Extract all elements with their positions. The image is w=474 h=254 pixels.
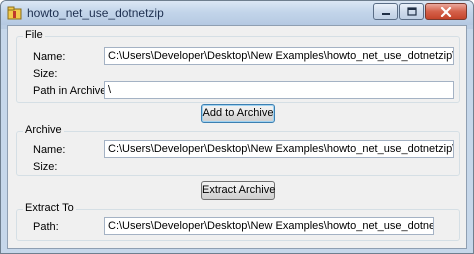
- close-button[interactable]: [425, 3, 467, 20]
- window-controls: [373, 3, 467, 21]
- app-icon: [7, 6, 23, 20]
- file-group-title: File: [23, 29, 45, 41]
- extract-to-group-title: Extract To: [23, 202, 76, 214]
- file-name-field[interactable]: C:\Users\Developer\Desktop\New Examples\…: [104, 47, 454, 65]
- maximize-icon: [406, 7, 417, 16]
- file-size-label: Size:: [33, 68, 58, 80]
- file-group: File Name: C:\Users\Developer\Desktop\Ne…: [16, 29, 460, 103]
- minimize-button[interactable]: [373, 3, 398, 20]
- file-name-label: Name:: [33, 51, 66, 63]
- extract-path-label: Path:: [33, 221, 59, 233]
- archive-name-field[interactable]: C:\Users\Developer\Desktop\New Examples\…: [104, 140, 454, 158]
- maximize-button[interactable]: [399, 3, 424, 20]
- app-window: howto_net_use_dotnetzip File Name: C:\Us…: [0, 0, 474, 254]
- extract-path-field[interactable]: C:\Users\Developer\Desktop\New Examples\…: [104, 217, 434, 235]
- extract-to-group: Extract To Path: C:\Users\Developer\Desk…: [16, 202, 460, 241]
- archive-group-title: Archive: [23, 124, 64, 136]
- close-icon: [440, 6, 452, 17]
- form-client-area: File Name: C:\Users\Developer\Desktop\Ne…: [7, 25, 467, 249]
- archive-name-label: Name:: [33, 144, 66, 156]
- archive-size-label: Size:: [33, 161, 58, 173]
- archive-group: Archive Name: C:\Users\Developer\Desktop…: [16, 124, 460, 176]
- title-bar[interactable]: howto_net_use_dotnetzip: [1, 1, 473, 25]
- extract-archive-button[interactable]: Extract Archive: [201, 181, 275, 200]
- path-in-archive-field[interactable]: \: [104, 81, 454, 99]
- minimize-icon: [381, 12, 390, 15]
- window-title: howto_net_use_dotnetzip: [27, 6, 164, 20]
- add-to-archive-button[interactable]: Add to Archive: [201, 104, 275, 123]
- path-in-archive-label: Path in Archive:: [33, 85, 110, 97]
